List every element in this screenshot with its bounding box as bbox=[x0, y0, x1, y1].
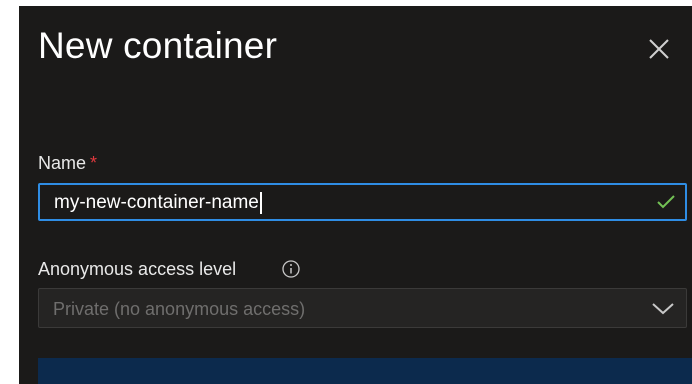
info-icon[interactable] bbox=[281, 259, 301, 279]
access-level-dropdown[interactable]: Private (no anonymous access) bbox=[38, 288, 687, 328]
access-level-selected-value: Private (no anonymous access) bbox=[53, 299, 306, 319]
close-icon bbox=[646, 36, 672, 62]
name-label-text: Name bbox=[38, 153, 87, 173]
text-caret bbox=[259, 192, 262, 214]
info-banner bbox=[38, 358, 692, 384]
required-marker: * bbox=[90, 153, 98, 173]
name-input-value: my-new-container-name bbox=[54, 192, 262, 214]
name-input-text: my-new-container-name bbox=[54, 192, 259, 213]
access-level-label: Anonymous access level bbox=[38, 259, 237, 279]
panel-title: New container bbox=[38, 25, 278, 66]
close-button[interactable] bbox=[646, 36, 672, 62]
chevron-down-icon bbox=[651, 301, 675, 317]
name-input[interactable]: my-new-container-name bbox=[38, 183, 687, 221]
name-field-label: Name * bbox=[38, 152, 97, 174]
new-container-panel: New container Name * my-new-container-nam… bbox=[19, 6, 692, 384]
checkmark-icon bbox=[656, 193, 676, 211]
